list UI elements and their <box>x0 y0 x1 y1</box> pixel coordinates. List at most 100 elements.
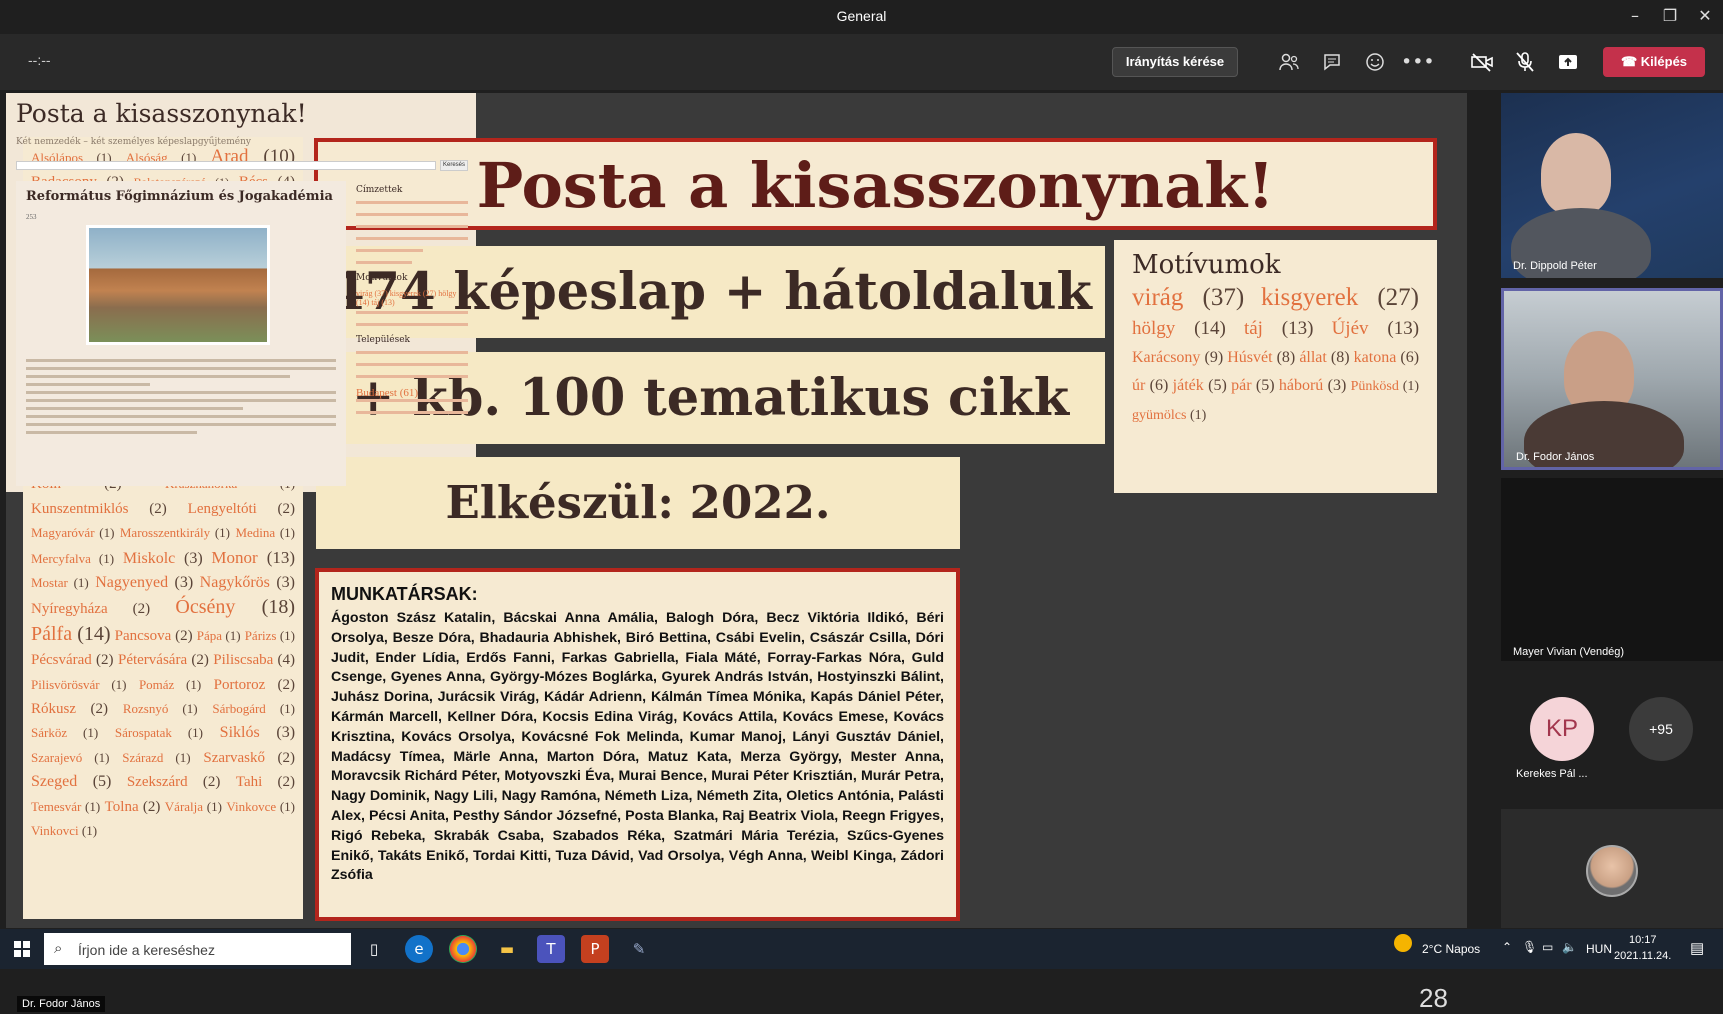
weather-icon[interactable] <box>1394 934 1412 952</box>
place-tag-count: (3) <box>184 549 203 567</box>
leave-button[interactable]: ☎ Kilépés <box>1603 47 1705 77</box>
place-tag-count: (1) <box>94 749 110 765</box>
file-explorer-icon[interactable]: ▬ <box>493 935 521 963</box>
more-participants-button[interactable]: +95 <box>1629 697 1693 761</box>
motif-tag-count: (5) <box>1208 377 1227 394</box>
volume-icon[interactable]: 🔈 <box>1562 940 1577 954</box>
minimize-icon[interactable]: – <box>1620 6 1650 28</box>
participant-name: Mayer Vivian (Vendég) <box>1513 646 1625 658</box>
place-tag-count: (1) <box>187 725 203 741</box>
tray-chevron-icon[interactable]: ⌃ <box>1502 940 1512 954</box>
place-tag: Pálfa (14) <box>31 622 111 645</box>
motif-tag-count: (14) <box>1194 318 1226 339</box>
place-tag: Marosszentkirály (1) <box>119 525 230 541</box>
place-tag: Pápa (1) <box>196 627 241 643</box>
participant-tile-audio[interactable]: Mayer Vivian (Vendég) <box>1501 478 1723 661</box>
motif-tag: Húsvét (8) <box>1227 349 1296 366</box>
participant-avatar[interactable]: KP <box>1530 697 1594 761</box>
weather-text[interactable]: 2°C Napos <box>1422 942 1480 956</box>
motif-tag-count: (1) <box>1402 379 1420 394</box>
place-tag: Miskolc (3) <box>122 549 203 567</box>
completion-box: Elkészül: 2022. januárjában <box>316 457 960 621</box>
participants-icon[interactable] <box>1273 46 1305 78</box>
motif-tag: úr (6) <box>1132 377 1169 394</box>
self-view-tile[interactable] <box>1501 809 1723 928</box>
more-options-icon[interactable]: ••• <box>1401 46 1435 78</box>
maximize-icon[interactable]: ❐ <box>1655 6 1685 28</box>
participant-tile-active-speaker[interactable]: Dr. Fodor János <box>1501 288 1723 470</box>
place-tag: Tahi (2) <box>235 774 296 791</box>
window-title: General <box>836 8 887 24</box>
motif-tag: Újév (13) <box>1331 318 1420 339</box>
place-tag-count: (1) <box>279 627 295 643</box>
sidebar-places-heading: Települések <box>356 335 410 345</box>
place-tag: Nagyenyed (3) <box>95 573 194 591</box>
article-photo <box>86 225 270 345</box>
motif-tag-count: (8) <box>1276 349 1296 366</box>
edge-browser-icon[interactable]: e <box>405 935 433 963</box>
chrome-browser-icon[interactable] <box>449 935 477 963</box>
place-tag: Sárbogárd (1) <box>212 700 296 716</box>
sidebar-recipients-heading: Címzettek <box>356 185 403 195</box>
place-tag-count: (2) <box>277 676 296 693</box>
sidebar-places-list: Budapest (61) <box>356 387 419 399</box>
place-tag: Sárköz (1) <box>31 725 99 741</box>
misc-app-icon[interactable]: ✎ <box>625 935 653 963</box>
place-tag-count: (13) <box>266 547 296 567</box>
reactions-icon[interactable] <box>1359 46 1391 78</box>
windows-start-icon[interactable] <box>8 935 36 963</box>
task-view-icon[interactable]: ▯ <box>360 935 388 963</box>
microphone-tray-icon[interactable]: 🎙 <box>1522 940 1537 954</box>
taskbar-search-input[interactable]: ⌕ Írjon ide a kereséshez <box>44 933 351 965</box>
place-tag: Siklós (3) <box>219 724 296 742</box>
website-search-input <box>16 161 436 170</box>
motif-tag: gyümölcs (1) <box>1132 408 1207 423</box>
place-tag: Nyíregyháza (2) <box>31 601 151 618</box>
motif-tag: pár (5) <box>1231 377 1275 394</box>
motifs-title: Motívumok <box>1132 250 1281 280</box>
title-bar: General – ❐ ✕ <box>0 0 1723 34</box>
motif-tag: játék (5) <box>1172 377 1227 394</box>
place-tag-count: (2) <box>191 652 209 669</box>
close-icon[interactable]: ✕ <box>1690 6 1720 28</box>
place-tag: Piliscsaba (4) <box>213 652 296 669</box>
camera-off-icon[interactable] <box>1466 46 1498 78</box>
chat-icon[interactable] <box>1316 46 1348 78</box>
search-icon: ⌕ <box>54 939 63 957</box>
place-tag: Mostar (1) <box>31 574 89 590</box>
network-icon[interactable]: ▭ <box>1542 940 1553 954</box>
website-sidebar: Címzettek Motívumok virág (37) kisgyerek… <box>356 181 468 423</box>
place-tag-count: (1) <box>111 676 127 692</box>
motif-tag-count: (3) <box>1327 377 1347 394</box>
motif-tag-count: (9) <box>1204 349 1224 366</box>
notification-icon[interactable]: ▤ <box>1690 939 1704 957</box>
sidebar-motifs-heading: Motívumok <box>356 273 408 283</box>
place-tag-count: (1) <box>225 627 241 643</box>
taskbar-search-placeholder: Írjon ide a kereséshez <box>78 942 215 958</box>
share-screen-icon[interactable] <box>1552 46 1584 78</box>
place-tag-count: (4) <box>277 652 296 669</box>
place-tag-count: (5) <box>92 773 112 791</box>
place-tag: Sárospatak (1) <box>114 725 203 741</box>
place-tag: Magyaróvár (1) <box>31 525 115 541</box>
clock-time[interactable]: 10:17 <box>1629 934 1657 946</box>
place-tag: Lengyeltóti (2) <box>187 500 296 517</box>
place-tag-count: (2) <box>277 749 296 766</box>
powerpoint-icon[interactable]: P <box>581 935 609 963</box>
participant-tile-video[interactable]: Dr. Dippold Péter <box>1501 93 1723 278</box>
place-tag: Portoroz (2) <box>213 676 296 693</box>
place-tag-count: (14) <box>77 622 111 645</box>
place-tag-count: (2) <box>277 774 296 791</box>
request-control-button[interactable]: Irányítás kérése <box>1112 47 1238 77</box>
article-body-text <box>26 359 336 439</box>
language-indicator[interactable]: HUN <box>1586 942 1612 956</box>
teams-icon[interactable]: T <box>537 935 565 963</box>
mic-off-icon[interactable] <box>1509 46 1541 78</box>
place-tag: Medina (1) <box>235 525 296 541</box>
participant-name: Dr. Fodor János <box>1516 451 1595 463</box>
participant-gallery: Dr. Dippold Péter Dr. Fodor János Mayer … <box>1501 93 1723 928</box>
place-tag: Pécsvárad (2) <box>31 652 114 669</box>
motif-tag: Karácsony (9) <box>1132 349 1224 366</box>
place-tag: Váralja (1) <box>164 798 222 814</box>
clock-date[interactable]: 2021.11.24. <box>1614 950 1671 962</box>
